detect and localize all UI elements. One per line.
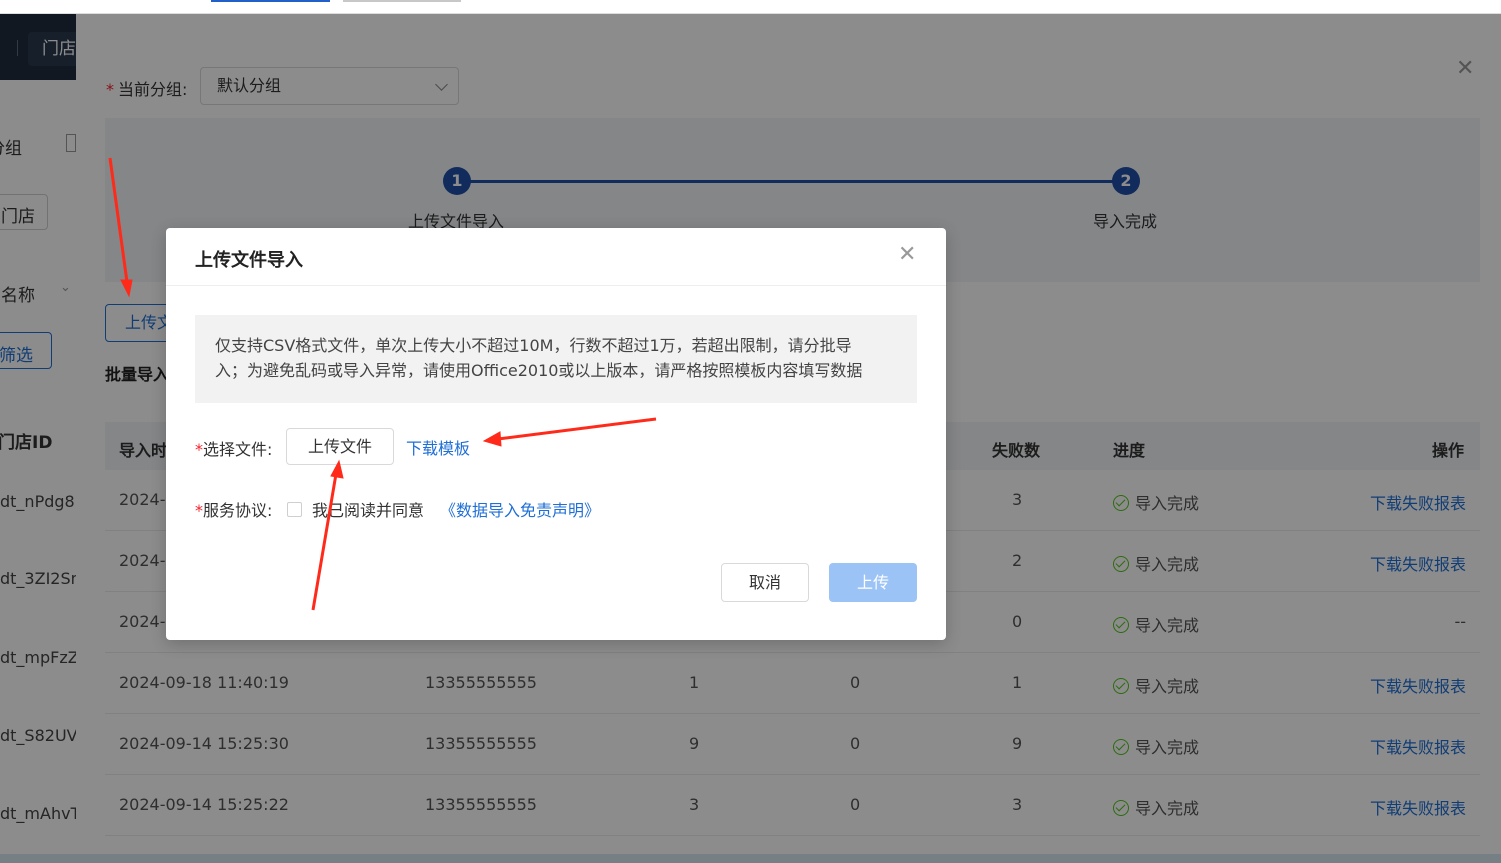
notice-line: 仅支持CSV格式文件，单次上传大小不超过10M，行数不超过1万，若超出限制，请分… — [215, 336, 852, 355]
dialog-header: 上传文件导入 ✕ — [166, 228, 946, 286]
file-field-label-text: 选择文件: — [203, 440, 273, 459]
required-mark: * — [195, 501, 203, 520]
browser-top-strip — [0, 0, 1501, 14]
notice-line: 入；为避免乱码或导入异常，请使用Office2010或以上版本，请严格按照模板内… — [215, 361, 863, 380]
close-icon[interactable]: ✕ — [898, 244, 916, 266]
upload-submit-button[interactable]: 上传 — [829, 563, 917, 602]
disclaimer-link[interactable]: 《数据导入免责声明》 — [440, 497, 600, 521]
browser-tab-active[interactable] — [211, 0, 330, 2]
agreement-text: 我已阅读并同意 — [312, 501, 425, 520]
agreement-checkbox[interactable] — [287, 502, 302, 517]
upload-file-button[interactable]: 上传文件 — [286, 428, 394, 465]
agreement-field-label-text: 服务协议: — [203, 501, 273, 520]
dialog-title: 上传文件导入 — [195, 250, 303, 271]
browser-tab[interactable] — [343, 0, 461, 2]
upload-notice: 仅支持CSV格式文件，单次上传大小不超过10M，行数不超过1万，若超出限制，请分… — [195, 315, 917, 403]
upload-dialog: 上传文件导入 ✕ 仅支持CSV格式文件，单次上传大小不超过10M，行数不超过1万… — [166, 228, 946, 640]
file-field-label: *选择文件: — [195, 436, 272, 460]
download-template-link[interactable]: 下载模板 — [406, 435, 470, 459]
required-mark: * — [195, 440, 203, 459]
agreement-field-label: *服务协议: — [195, 497, 272, 521]
cancel-button[interactable]: 取消 — [721, 563, 809, 602]
